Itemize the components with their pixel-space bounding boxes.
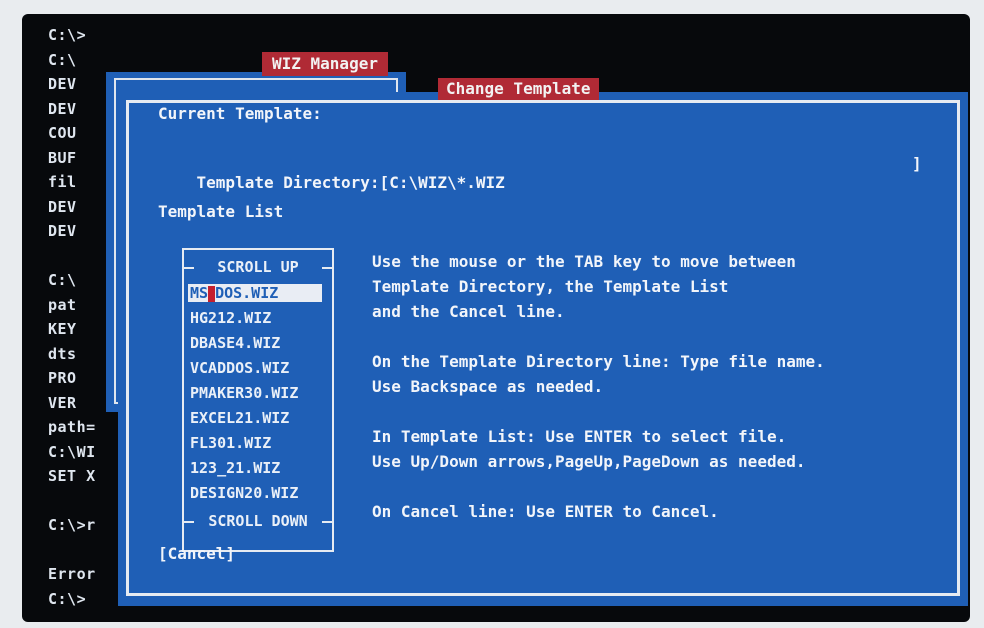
template-list[interactable]: SCROLL UP MS DOS.WIZ HG212.WIZ DBASE4.WIZ VC… (182, 248, 334, 552)
dos-line: C:\>r (48, 516, 96, 534)
template-list-item[interactable]: EXCEL21.WIZ (190, 409, 289, 427)
dos-line: COU (48, 124, 77, 142)
dos-line: DEV (48, 197, 77, 216)
template-directory-close-bracket: ] (912, 154, 922, 173)
dos-line: PRO (48, 369, 77, 387)
dos-line: DEV (48, 222, 77, 240)
template-list-item[interactable]: PMAKER30.WIZ (190, 384, 298, 402)
wiz-manager-title: WIZ Manager (262, 52, 388, 76)
dos-line: C:\ (48, 50, 77, 69)
dos-line: C:\> (48, 26, 87, 44)
help-line: Template Directory, the Template List (372, 277, 729, 296)
help-line: and the Cancel line. (372, 302, 565, 321)
help-line: Use the mouse or the TAB key to move bet… (372, 252, 796, 271)
dos-line: BUF (48, 148, 77, 167)
dos-line: KEY (48, 320, 77, 338)
dos-line: C:\WI (48, 442, 96, 461)
template-list-item[interactable]: HG212.WIZ (190, 309, 271, 327)
template-list-item[interactable]: DBASE4.WIZ (190, 334, 280, 352)
cancel-button[interactable]: [Cancel] (158, 544, 235, 563)
dos-screen: C:\> C:\ DEV DEV COU BUF fil DEV DEV C:\ pat KEY dts… (22, 14, 970, 622)
dos-line: DEV (48, 75, 77, 93)
dos-line: fil (48, 173, 77, 191)
template-list-item[interactable]: MS DOS.WIZ (188, 284, 322, 302)
help-line: Use Backspace as needed. (372, 377, 604, 396)
dos-line: pat (48, 295, 77, 314)
scroll-up-button[interactable]: SCROLL UP (184, 258, 332, 276)
template-list-label: Template List (158, 202, 284, 221)
dos-line: VER (48, 393, 77, 412)
text-cursor (208, 285, 216, 302)
dos-line: dts (48, 344, 77, 363)
dos-line: path= (48, 418, 96, 436)
template-directory-input[interactable]: C:\WIZ\*.WIZ (389, 173, 505, 192)
template-list-item[interactable]: 123_21.WIZ (190, 459, 280, 477)
template-list-item[interactable]: FL301.WIZ (190, 434, 271, 452)
dos-line: C:\ (48, 271, 77, 289)
dialog-title: Change Template (438, 78, 599, 100)
dos-line: DEV (48, 99, 77, 118)
dos-line: C:\> (48, 589, 87, 608)
template-list-item[interactable]: VCADDOS.WIZ (190, 359, 289, 377)
help-line: On Cancel line: Use ENTER to Cancel. (372, 502, 719, 521)
template-list-item[interactable]: DESIGN20.WIZ (190, 484, 298, 502)
help-line: In Template List: Use ENTER to select fi… (372, 427, 787, 446)
help-line: Use Up/Down arrows,PageUp,PageDown as ne… (372, 452, 806, 471)
current-template-label: Current Template: (158, 104, 322, 123)
dos-line: SET X (48, 467, 96, 485)
template-directory-label: Template Directory:[ (196, 173, 390, 192)
scroll-down-button[interactable]: SCROLL DOWN (184, 512, 332, 530)
help-line: On the Template Directory line: Type fil… (372, 352, 825, 371)
dos-line: Error (48, 565, 96, 583)
